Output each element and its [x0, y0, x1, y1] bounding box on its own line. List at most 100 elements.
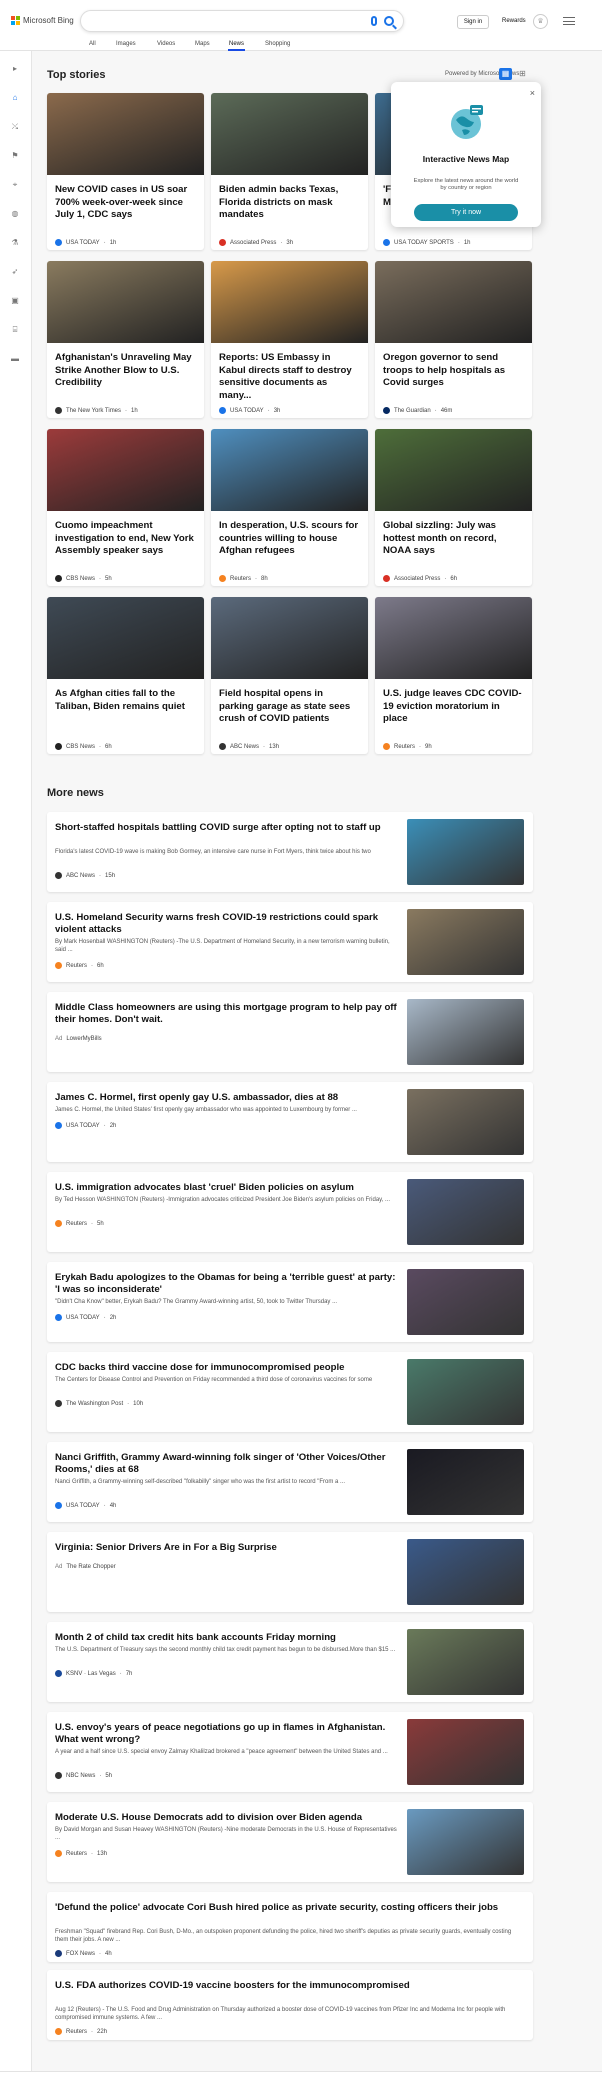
top-story-card[interactable]: Field hospital opens in parking garage a…	[211, 597, 368, 754]
news-thumbnail[interactable]	[407, 909, 524, 975]
news-list-item[interactable]: U.S. envoy's years of peace negotiations…	[47, 1712, 533, 1792]
story-image[interactable]	[211, 261, 368, 343]
news-thumbnail[interactable]	[407, 1809, 524, 1875]
grid-view-icon[interactable]: ▦	[499, 68, 512, 80]
card-icon[interactable]: ▬	[11, 355, 19, 363]
sign-in-button[interactable]: Sign in	[457, 15, 489, 29]
news-thumbnail[interactable]	[407, 1089, 524, 1155]
globe-icon[interactable]: ◍	[11, 210, 19, 218]
news-title[interactable]: U.S. immigration advocates blast 'cruel'…	[55, 1182, 400, 1194]
top-story-card[interactable]: Global sizzling: July was hottest month …	[375, 429, 532, 586]
story-image[interactable]	[47, 261, 204, 343]
tab-images[interactable]: Images	[116, 41, 136, 47]
top-story-card[interactable]: Oregon governor to send troops to help h…	[375, 261, 532, 418]
news-list-item[interactable]: U.S. FDA authorizes COVID-19 vaccine boo…	[47, 1970, 533, 2040]
story-image[interactable]	[211, 93, 368, 175]
news-list-item[interactable]: U.S. immigration advocates blast 'cruel'…	[47, 1172, 533, 1252]
trending-icon[interactable]: ⤯	[11, 123, 19, 131]
tab-all[interactable]: All	[89, 41, 96, 47]
search-icon[interactable]	[384, 16, 394, 26]
try-it-now-button[interactable]: Try it now	[414, 204, 518, 221]
menu-icon[interactable]	[563, 17, 575, 25]
story-image[interactable]	[211, 429, 368, 511]
news-list-item[interactable]: Short-staffed hospitals battling COVID s…	[47, 812, 533, 892]
news-title[interactable]: Nanci Griffith, Grammy Award-winning fol…	[55, 1452, 400, 1476]
flag-icon[interactable]: ⚑	[11, 152, 19, 160]
entertainment-icon[interactable]: ▣	[11, 297, 19, 305]
news-title[interactable]: Middle Class homeowners are using this m…	[55, 1002, 400, 1026]
news-list-item[interactable]: CDC backs third vaccine dose for immunoc…	[47, 1352, 533, 1432]
story-title[interactable]: New COVID cases in US soar 700% week-ove…	[55, 184, 195, 222]
news-list-item[interactable]: Erykah Badu apologizes to the Obamas for…	[47, 1262, 533, 1342]
tab-shopping[interactable]: Shopping	[265, 41, 290, 47]
news-list-item[interactable]: U.S. Homeland Security warns fresh COVID…	[47, 902, 533, 982]
top-story-card[interactable]: As Afghan cities fall to the Taliban, Bi…	[47, 597, 204, 754]
story-title[interactable]: U.S. judge leaves CDC COVID-19 eviction …	[383, 688, 523, 726]
news-title[interactable]: CDC backs third vaccine dose for immunoc…	[55, 1362, 400, 1374]
news-title[interactable]: U.S. envoy's years of peace negotiations…	[55, 1722, 400, 1746]
news-title[interactable]: Virginia: Senior Drivers Are in For a Bi…	[55, 1542, 400, 1554]
search-input[interactable]	[80, 10, 404, 32]
tab-news[interactable]: News	[227, 41, 246, 51]
bing-logo[interactable]: Microsoft Bing	[11, 15, 74, 25]
news-title[interactable]: 'Defund the police' advocate Cori Bush h…	[55, 1902, 520, 1914]
expand-arrow-icon[interactable]: ▸	[11, 65, 19, 73]
tab-videos[interactable]: Videos	[157, 41, 175, 47]
news-list-item[interactable]: Middle Class homeowners are using this m…	[47, 992, 533, 1072]
story-title[interactable]: Global sizzling: July was hottest month …	[383, 520, 523, 558]
news-title[interactable]: Erykah Badu apologizes to the Obamas for…	[55, 1272, 400, 1296]
story-image[interactable]	[375, 429, 532, 511]
story-title[interactable]: Afghanistan's Unraveling May Strike Anot…	[55, 352, 195, 390]
story-title[interactable]: In desperation, U.S. scours for countrie…	[219, 520, 359, 558]
rocket-icon[interactable]: ➶	[11, 268, 19, 276]
news-thumbnail[interactable]	[407, 1719, 524, 1785]
news-list-item[interactable]: James C. Hormel, first openly gay U.S. a…	[47, 1082, 533, 1162]
news-title[interactable]: Short-staffed hospitals battling COVID s…	[55, 822, 400, 834]
story-title[interactable]: Biden admin backs Texas, Florida distric…	[219, 184, 359, 222]
top-story-card[interactable]: Cuomo impeachment investigation to end, …	[47, 429, 204, 586]
science-icon[interactable]: ⚗	[11, 239, 19, 247]
story-image[interactable]	[47, 429, 204, 511]
story-title[interactable]: Oregon governor to send troops to help h…	[383, 352, 523, 390]
top-story-card[interactable]: New COVID cases in US soar 700% week-ove…	[47, 93, 204, 250]
news-list-item[interactable]: Nanci Griffith, Grammy Award-winning fol…	[47, 1442, 533, 1522]
story-title[interactable]: Cuomo impeachment investigation to end, …	[55, 520, 195, 558]
news-thumbnail[interactable]	[407, 999, 524, 1065]
news-list-item[interactable]: Moderate U.S. House Democrats add to div…	[47, 1802, 533, 1882]
news-list-item[interactable]: Virginia: Senior Drivers Are in For a Bi…	[47, 1532, 533, 1612]
story-image[interactable]	[375, 261, 532, 343]
story-image[interactable]	[211, 597, 368, 679]
rewards-trophy-icon[interactable]: ♕	[533, 14, 548, 29]
story-title[interactable]: Reports: US Embassy in Kabul directs sta…	[219, 352, 359, 402]
top-story-card[interactable]: Biden admin backs Texas, Florida distric…	[211, 93, 368, 250]
close-icon[interactable]: ×	[530, 88, 535, 98]
story-image[interactable]	[47, 93, 204, 175]
top-story-card[interactable]: In desperation, U.S. scours for countrie…	[211, 429, 368, 586]
story-image[interactable]	[47, 597, 204, 679]
location-pin-icon[interactable]: ⌖	[11, 181, 19, 189]
home-icon[interactable]: ⌂	[11, 94, 19, 102]
top-story-card[interactable]: Reports: US Embassy in Kabul directs sta…	[211, 261, 368, 418]
top-story-card[interactable]: Afghanistan's Unraveling May Strike Anot…	[47, 261, 204, 418]
news-thumbnail[interactable]	[407, 1539, 524, 1605]
news-thumbnail[interactable]	[407, 1449, 524, 1515]
rewards-link[interactable]: Rewards	[502, 18, 526, 24]
story-image[interactable]	[375, 597, 532, 679]
microphone-icon[interactable]	[371, 16, 377, 26]
news-title[interactable]: U.S. Homeland Security warns fresh COVID…	[55, 912, 400, 936]
story-title[interactable]: As Afghan cities fall to the Taliban, Bi…	[55, 688, 195, 713]
bank-icon[interactable]: ⌸	[11, 326, 19, 334]
news-title[interactable]: U.S. FDA authorizes COVID-19 vaccine boo…	[55, 1980, 520, 1992]
news-list-item[interactable]: Month 2 of child tax credit hits bank ac…	[47, 1622, 533, 1702]
news-thumbnail[interactable]	[407, 1269, 524, 1335]
news-title[interactable]: James C. Hormel, first openly gay U.S. a…	[55, 1092, 400, 1104]
top-story-card[interactable]: U.S. judge leaves CDC COVID-19 eviction …	[375, 597, 532, 754]
news-thumbnail[interactable]	[407, 1359, 524, 1425]
news-thumbnail[interactable]	[407, 819, 524, 885]
tab-maps[interactable]: Maps	[195, 41, 210, 47]
news-thumbnail[interactable]	[407, 1179, 524, 1245]
news-title[interactable]: Month 2 of child tax credit hits bank ac…	[55, 1632, 400, 1644]
news-title[interactable]: Moderate U.S. House Democrats add to div…	[55, 1812, 400, 1824]
map-view-icon[interactable]: ⊞	[516, 68, 529, 80]
news-list-item[interactable]: 'Defund the police' advocate Cori Bush h…	[47, 1892, 533, 1962]
